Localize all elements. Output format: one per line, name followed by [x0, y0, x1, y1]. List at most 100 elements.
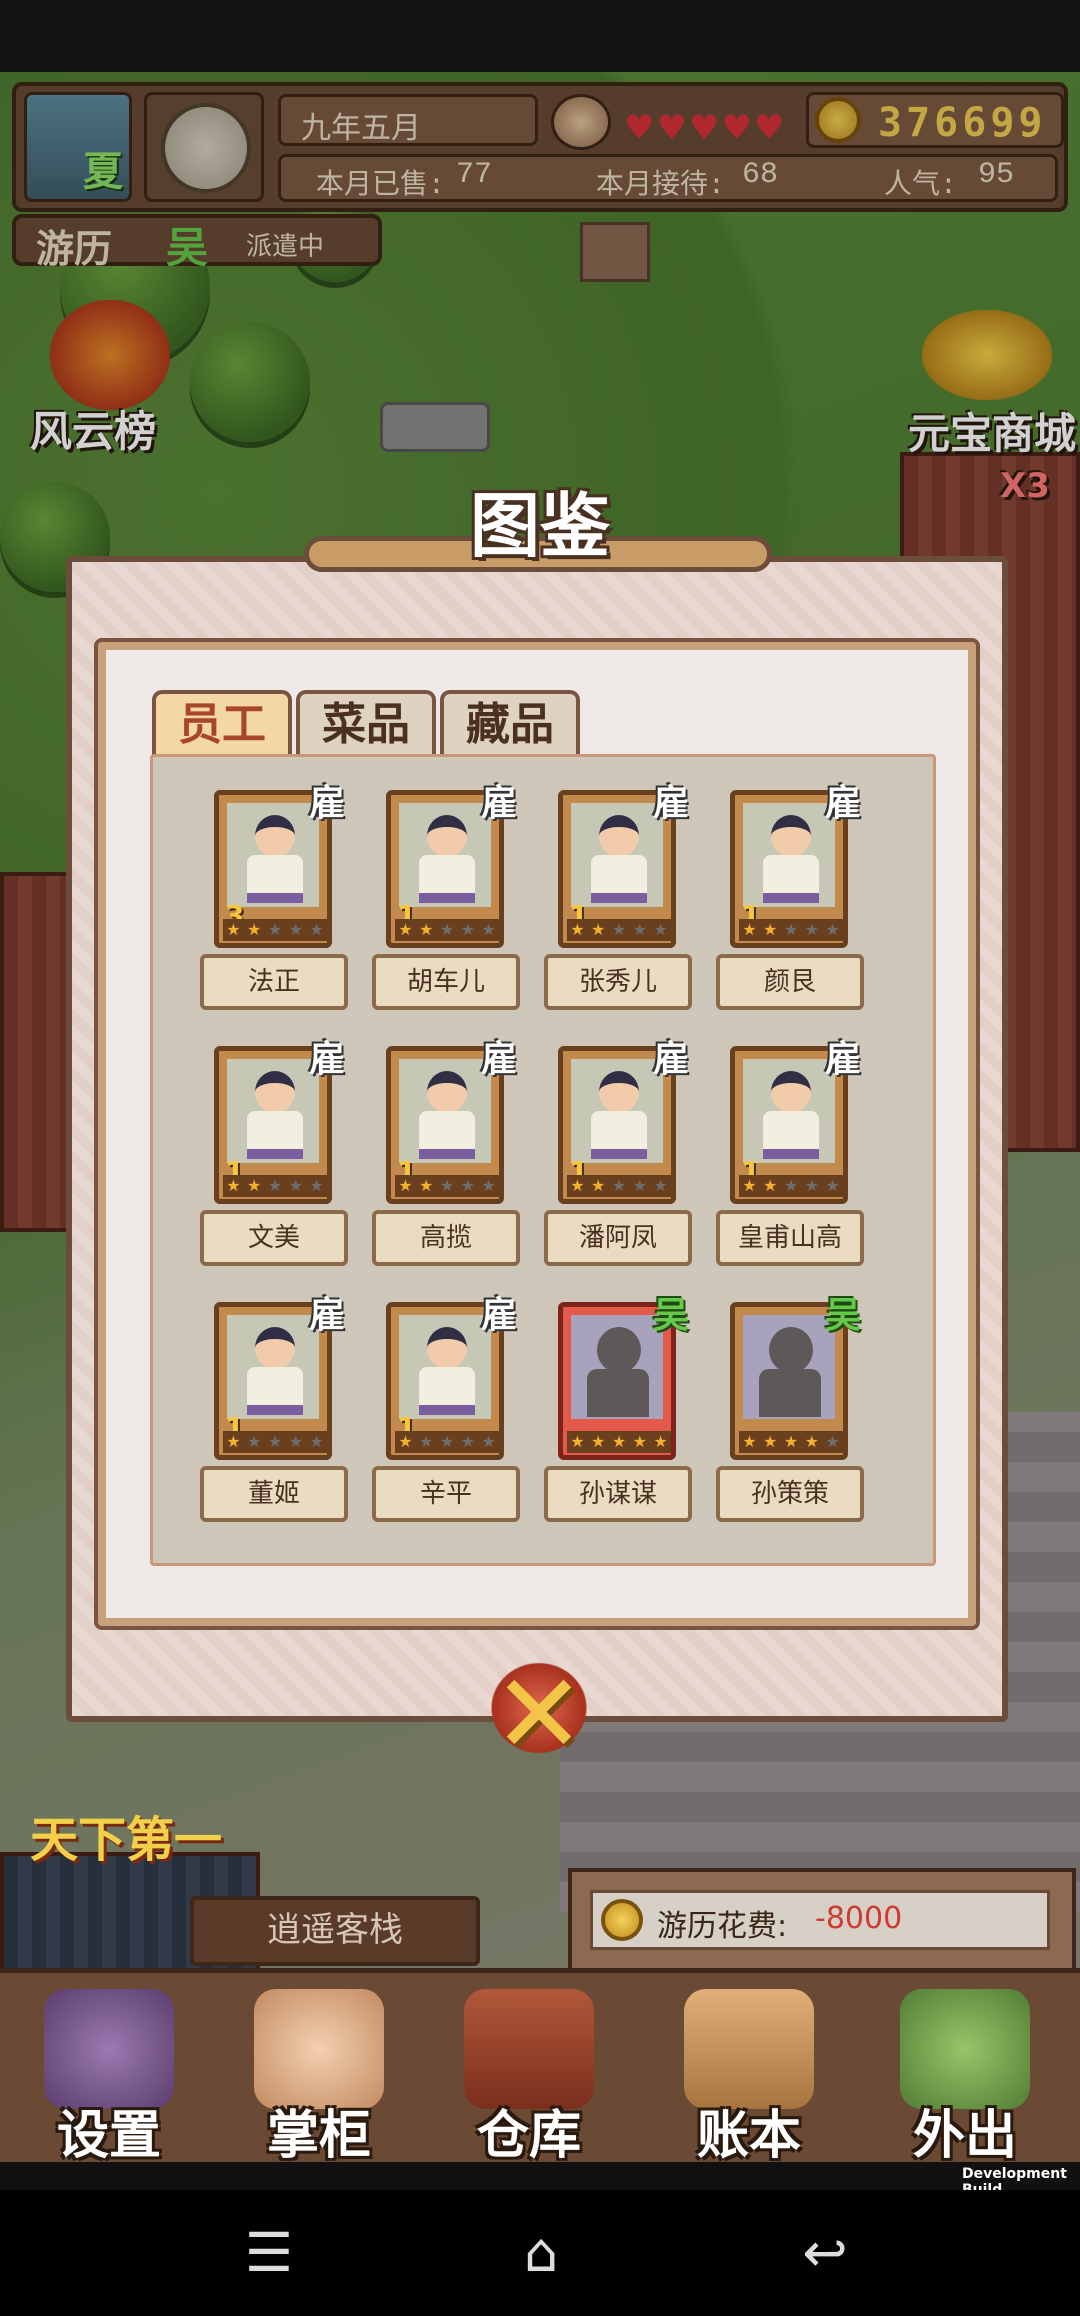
star-icon: ★	[763, 1432, 778, 1451]
staff-card[interactable]: 1 ★ ★ ★ ★ ★ 雇高揽	[372, 1040, 520, 1268]
star-icon: ★	[226, 1432, 241, 1451]
portrait-head	[769, 1327, 813, 1373]
star-icon: ★	[783, 1432, 799, 1451]
star-icon: ★	[632, 1432, 647, 1451]
star-icon: ★	[653, 1176, 668, 1195]
card-name: 颜艮	[716, 954, 864, 1010]
menu-manager[interactable]: 掌柜	[224, 1981, 414, 2166]
staff-card[interactable]: 1 ★ ★ ★ ★ ★ 雇皇甫山高	[716, 1040, 864, 1268]
portrait-head	[427, 1327, 467, 1369]
staff-card[interactable]: 1 ★ ★ ★ ★ ★ 雇颜艮	[716, 784, 864, 1012]
star-icon: ★	[247, 1176, 262, 1195]
star-icon: ★	[398, 1432, 413, 1451]
portrait-head	[599, 815, 639, 857]
modal-title: 图鉴	[470, 485, 610, 567]
portrait-head	[255, 815, 295, 857]
portrait-body	[419, 855, 475, 903]
staff-card[interactable]: 1 ★ ★ ★ ★ ★ 雇潘阿凤	[544, 1040, 692, 1268]
staff-card[interactable]: 1 ★ ★ ★ ★ ★ 雇张秀儿	[544, 784, 692, 1012]
menu-icon[interactable]: ☰	[224, 2218, 314, 2288]
card-name: 胡车儿	[372, 954, 520, 1010]
menu-warehouse[interactable]: 仓库	[434, 1981, 624, 2166]
star-icon: ★	[288, 920, 303, 939]
star-rating: ★ ★ ★ ★ ★	[567, 1175, 671, 1197]
card-name: 高揽	[372, 1210, 520, 1266]
card-badge: 吴	[824, 1295, 861, 1336]
menu-ledger[interactable]: 账本	[654, 1981, 844, 2166]
staff-card[interactable]: 1 ★ ★ ★ ★ ★ 雇董姬	[200, 1296, 348, 1524]
star-icon: ★	[419, 920, 434, 939]
inn-name[interactable]: 逍遥客栈	[190, 1896, 480, 1966]
star-icon: ★	[481, 920, 496, 939]
portrait-body	[763, 1111, 819, 1159]
star-icon: ★	[460, 920, 475, 939]
staff-card[interactable]: 3 ★ ★ ★ ★ ★ 雇法正	[200, 784, 348, 1012]
star-icon: ★	[591, 1176, 606, 1195]
travel-cost-value: -8000	[815, 1901, 903, 1936]
star-rating: ★ ★ ★ ★ ★	[223, 919, 327, 941]
menu-label: 外出	[912, 2106, 1017, 2166]
yin-yang-gear-icon	[44, 1989, 174, 2109]
star-rating: ★ ★ ★ ★ ★	[223, 1431, 327, 1453]
star-icon: ★	[804, 1432, 819, 1451]
storage-chest-icon	[464, 1989, 594, 2109]
card-badge: 吴	[652, 1295, 689, 1336]
menu-settings[interactable]: 设置	[14, 1981, 204, 2166]
tab-collectibles[interactable]: 藏品	[440, 690, 580, 758]
portrait-head	[771, 815, 811, 857]
star-icon: ★	[226, 1176, 241, 1195]
star-icon: ★	[804, 920, 819, 939]
home-icon[interactable]: ⌂	[496, 2218, 586, 2288]
portrait-body	[247, 1367, 303, 1415]
star-rating: ★ ★ ★ ★ ★	[567, 1431, 671, 1453]
star-icon: ★	[288, 1176, 303, 1195]
card-badge: 雇	[480, 1295, 517, 1336]
star-icon: ★	[398, 1176, 413, 1195]
star-icon: ★	[267, 1176, 283, 1195]
star-icon: ★	[825, 1432, 840, 1451]
star-icon: ★	[481, 1176, 496, 1195]
star-icon: ★	[763, 920, 778, 939]
staff-card[interactable]: 1 ★ ★ ★ ★ ★ 雇文美	[200, 1040, 348, 1268]
tab-dishes[interactable]: 菜品	[296, 690, 436, 758]
card-badge: 雇	[308, 1295, 345, 1336]
star-icon: ★	[439, 920, 455, 939]
travel-bundle-icon	[900, 1989, 1030, 2109]
close-button[interactable]: ✕	[484, 1650, 594, 1778]
portrait-head	[599, 1071, 639, 1113]
portrait-body	[247, 855, 303, 903]
card-name: 董姬	[200, 1466, 348, 1522]
portrait-body	[587, 1369, 649, 1417]
portrait-body	[247, 1111, 303, 1159]
tab-staff[interactable]: 员工	[152, 690, 292, 758]
star-icon: ★	[226, 920, 241, 939]
portrait-head	[427, 1071, 467, 1113]
star-icon: ★	[611, 1176, 627, 1195]
travel-cost-label: 游历花费:	[657, 1909, 788, 1944]
back-icon[interactable]: ↩	[780, 2218, 870, 2288]
card-name: 张秀儿	[544, 954, 692, 1010]
star-rating: ★ ★ ★ ★ ★	[395, 1431, 499, 1453]
card-name: 辛平	[372, 1466, 520, 1522]
staff-card[interactable]: ★ ★ ★ ★ ★ 吴孙策策	[716, 1296, 864, 1524]
star-rating: ★ ★ ★ ★ ★	[395, 1175, 499, 1197]
star-rating: ★ ★ ★ ★ ★	[223, 1175, 327, 1197]
star-icon: ★	[783, 1176, 799, 1195]
rank-badge: 天下第一	[30, 1812, 223, 1868]
card-name: 文美	[200, 1210, 348, 1266]
portrait-head	[771, 1071, 811, 1113]
travel-cost-box: 游历花费: -8000	[590, 1890, 1050, 1950]
star-rating: ★ ★ ★ ★ ★	[567, 919, 671, 941]
star-icon: ★	[419, 1432, 434, 1451]
card-badge: 雇	[824, 1039, 861, 1080]
staff-card[interactable]: 1 ★ ★ ★ ★ ★ 雇胡车儿	[372, 784, 520, 1012]
star-icon: ★	[825, 920, 840, 939]
star-rating: ★ ★ ★ ★ ★	[739, 1431, 843, 1453]
star-icon: ★	[247, 920, 262, 939]
staff-card[interactable]: 1 ★ ★ ★ ★ ★ 雇辛平	[372, 1296, 520, 1524]
status-bar	[0, 0, 1080, 72]
star-icon: ★	[742, 1176, 757, 1195]
menu-outing[interactable]: 外出	[870, 1981, 1060, 2166]
star-icon: ★	[591, 1432, 606, 1451]
staff-card[interactable]: ★ ★ ★ ★ ★ 吴孙谋谋	[544, 1296, 692, 1524]
